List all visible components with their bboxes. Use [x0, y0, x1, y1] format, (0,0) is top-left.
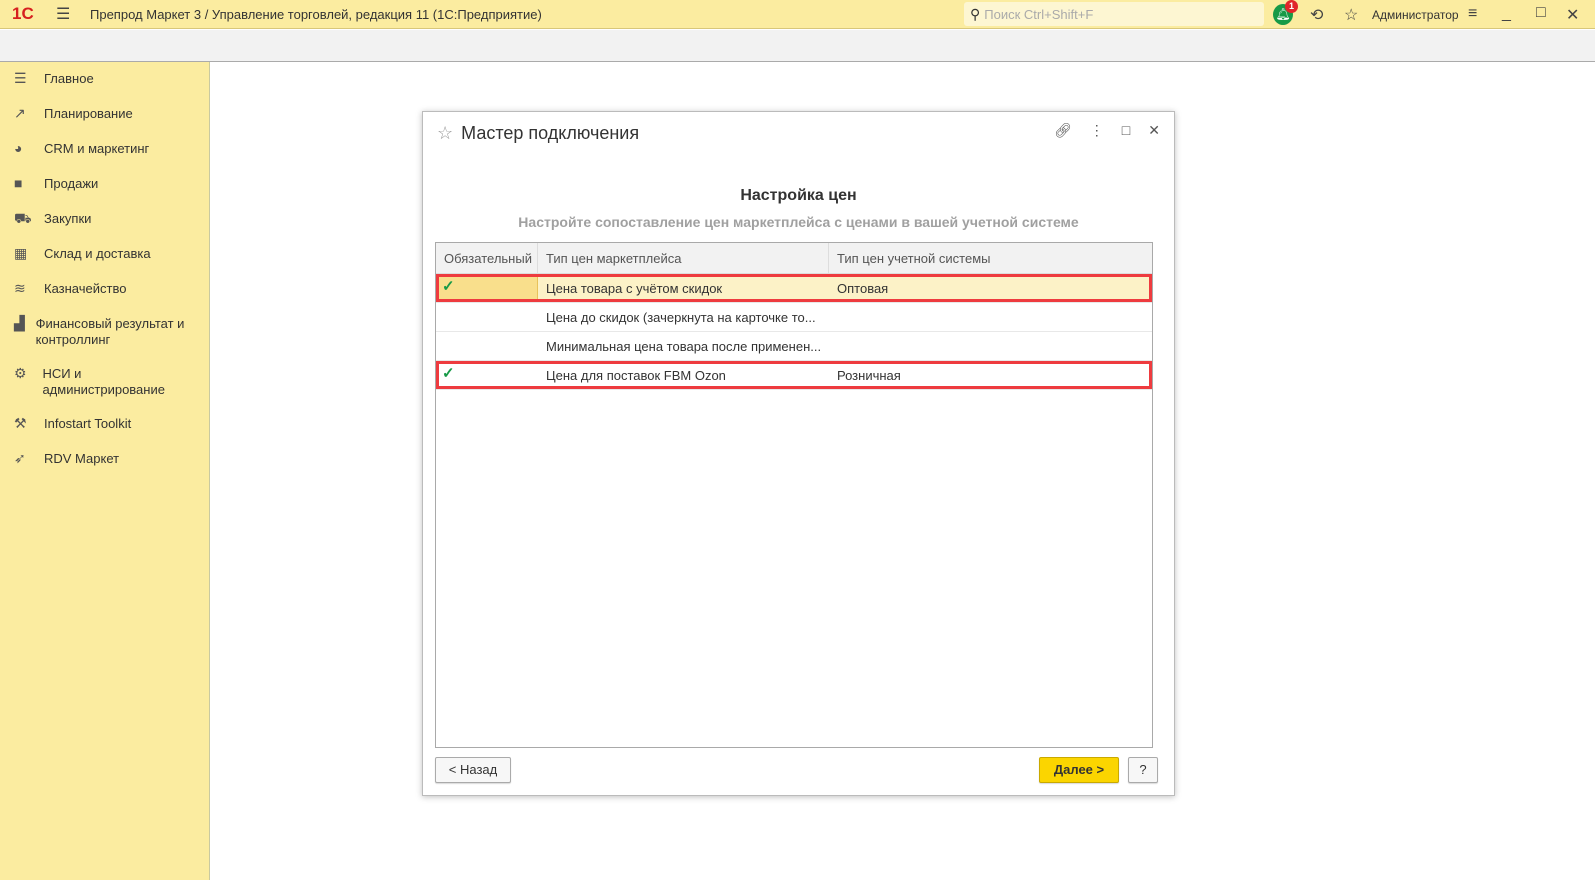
cart-icon: ⛟ [14, 210, 32, 226]
marketplace-price-type: Цена для поставок FBM Ozon [546, 368, 726, 383]
coins-icon: ≋ [14, 280, 26, 296]
section-heading: Настройка цен [740, 187, 857, 204]
required-checkmark[interactable]: ✓ [436, 361, 538, 389]
section-subheading: Настройте сопоставление цен маркетплейса… [518, 214, 1079, 230]
table-row[interactable]: Цена до скидок (зачеркнута на карточке т… [436, 303, 1152, 332]
price-mapping-table: Обязательный Тип цен маркетплейса Тип це… [435, 242, 1153, 748]
search-input[interactable]: ⚲ Поиск Ctrl+Shift+F [964, 2, 1264, 26]
sidebar-item-infostart[interactable]: ⚒ Infostart Toolkit [0, 407, 209, 442]
chart-up-icon: ↗ [14, 105, 26, 121]
sidebar-item-purchases[interactable]: ⛟ Закупки [0, 202, 209, 237]
system-price-type[interactable] [829, 332, 1152, 360]
table-row[interactable]: Минимальная цена товара после применен..… [436, 332, 1152, 361]
sidebar-item-planning[interactable]: ↗ Планирование [0, 97, 209, 132]
back-button[interactable]: < Назад [435, 757, 511, 783]
menu-icon[interactable]: ☰ [56, 4, 76, 24]
user-name[interactable]: Администратор [1372, 8, 1459, 22]
required-checkmark[interactable] [436, 303, 538, 331]
sidebar-item-crm[interactable]: ◕ CRM и маркетинг [0, 132, 209, 167]
history-icon[interactable]: ⟲ [1310, 5, 1323, 25]
sidebar-item-main[interactable]: ☰ Главное [0, 62, 209, 97]
link-icon[interactable]: 🔗︎ [1054, 122, 1072, 139]
sidebar-item-warehouse[interactable]: ▦ Склад и доставка [0, 237, 209, 272]
marketplace-price-type: Минимальная цена товара после применен..… [546, 339, 822, 354]
sidebar-item-finance[interactable]: ▟ Финансовый результат и контроллинг [0, 307, 209, 357]
sidebar: ☰ Главное ↗ Планирование ◕ CRM и маркетинг … [0, 62, 210, 880]
table-row[interactable]: ✓ Цена товара с учётом скидок Оптовая [436, 274, 1152, 303]
minimize-icon[interactable]: _ [1502, 5, 1511, 23]
dialog-title: Мастер подключения [461, 122, 640, 143]
close-icon[interactable]: ✕ [1148, 122, 1160, 139]
favorite-star-icon[interactable]: ☆ [437, 123, 453, 144]
table-header: Обязательный Тип цен маркетплейса Тип це… [436, 243, 1152, 274]
marketplace-price-type: Цена до скидок (зачеркнута на карточке т… [546, 310, 816, 325]
required-checkmark[interactable]: ✓ [436, 274, 538, 302]
required-checkmark[interactable] [436, 332, 538, 360]
next-button[interactable]: Далее > [1039, 757, 1119, 783]
system-price-type[interactable]: Оптовая [829, 274, 1152, 302]
notification-badge: 1 [1285, 0, 1298, 13]
rocket-icon: ➶ [14, 450, 26, 466]
window-title: Препрод Маркет 3 / Управление торговлей,… [90, 6, 542, 22]
bar-chart-icon: ▟ [14, 315, 25, 331]
maximize-icon[interactable]: □ [1536, 4, 1546, 22]
top-bar: 1С ☰ Препрод Маркет 3 / Управление торго… [0, 0, 1595, 29]
sidebar-item-sales[interactable]: ■ Продажи [0, 167, 209, 202]
more-icon[interactable]: ⋮ [1090, 122, 1104, 139]
bag-icon: ■ [14, 175, 23, 191]
column-header[interactable]: Обязательный [436, 243, 538, 273]
gear-icon: ⚙ [14, 365, 27, 381]
tools-icon: ⚒ [14, 415, 27, 431]
system-price-type[interactable]: Розничная [829, 361, 1152, 389]
column-header[interactable]: Тип цен маркетплейса [538, 243, 829, 273]
close-icon[interactable]: ✕ [1566, 5, 1579, 25]
pie-icon: ◕ [14, 140, 23, 156]
connection-wizard-dialog: ☆ Мастер подключения 🔗︎ ⋮ □ ✕ Настройка … [422, 111, 1175, 796]
sidebar-item-rdv[interactable]: ➶ RDV Маркет [0, 442, 209, 477]
marketplace-price-type: Цена товара с учётом скидок [546, 281, 723, 296]
menu-icon: ☰ [14, 70, 27, 86]
column-header[interactable]: Тип цен учетной системы [829, 243, 1152, 273]
sidebar-item-admin[interactable]: ⚙ НСИ и администрирование [0, 357, 209, 407]
settings-menu-icon[interactable]: ≡ [1468, 5, 1477, 23]
toolbar-area [0, 30, 1595, 62]
sidebar-item-treasury[interactable]: ≋ Казначейство [0, 272, 209, 307]
search-icon: ⚲ [970, 5, 981, 22]
star-icon[interactable]: ☆ [1344, 5, 1358, 25]
help-button[interactable]: ? [1128, 757, 1158, 783]
table-row[interactable]: ✓ Цена для поставок FBM Ozon Розничная [436, 361, 1152, 390]
system-price-type[interactable] [829, 303, 1152, 331]
warehouse-icon: ▦ [14, 245, 28, 261]
logo: 1С [12, 4, 34, 23]
maximize-icon[interactable]: □ [1122, 122, 1130, 139]
